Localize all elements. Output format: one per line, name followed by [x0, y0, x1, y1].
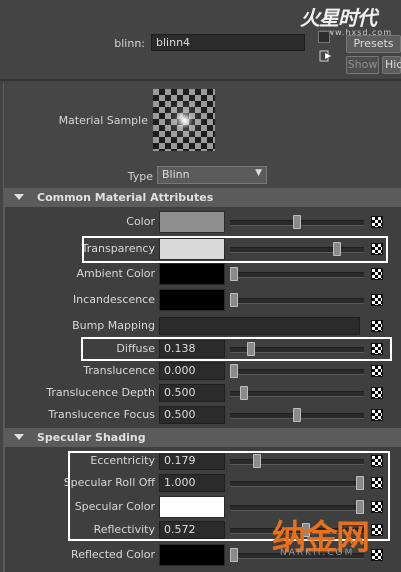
- translucence-label: Translucence: [83, 364, 155, 377]
- translucence-depth-field[interactable]: 0.500: [159, 384, 225, 402]
- material-sample-label: Material Sample: [58, 114, 148, 127]
- color-slider-handle[interactable]: [293, 215, 301, 229]
- translucence-depth-map-button[interactable]: [371, 387, 383, 399]
- color-label: Color: [126, 215, 155, 228]
- node-name-label: blinn:: [114, 37, 145, 50]
- bump-mapping-field[interactable]: [159, 317, 360, 335]
- incandescence-map-button[interactable]: [371, 294, 383, 306]
- reflected-color-slider-handle[interactable]: [230, 548, 238, 562]
- type-dropdown[interactable]: Blinn ▼: [157, 166, 267, 184]
- translucence-field[interactable]: 0.000: [159, 362, 225, 380]
- ambient-color-label: Ambient Color: [76, 267, 155, 280]
- hxsd-logo-text: 火星时代: [300, 6, 377, 30]
- translucence-depth-slider-handle[interactable]: [240, 386, 249, 400]
- ambient-color-map-button[interactable]: [371, 268, 383, 280]
- bump-mapping-map-button[interactable]: [371, 320, 383, 332]
- incandescence-slider-handle[interactable]: [230, 293, 238, 307]
- reflected-color-map-button[interactable]: [371, 549, 383, 561]
- hxsd-watermark: 火星时代: [300, 2, 400, 30]
- color-swatch[interactable]: [159, 211, 225, 233]
- color-map-button[interactable]: [371, 216, 383, 228]
- ambient-color-swatch[interactable]: [159, 263, 225, 285]
- transparency-highlight: [82, 236, 388, 263]
- incandescence-swatch[interactable]: [159, 289, 225, 311]
- incandescence-slider-track[interactable]: [230, 298, 364, 304]
- type-label: Type: [127, 170, 153, 183]
- bump-mapping-label: Bump Mapping: [72, 319, 155, 332]
- translucence-depth-label: Translucence Depth: [46, 386, 155, 399]
- material-sample-swatch[interactable]: [153, 89, 215, 151]
- translucence-slider-track[interactable]: [230, 369, 364, 375]
- reflected-color-label: Reflected Color: [71, 548, 155, 561]
- output-connection-icon[interactable]: [319, 50, 333, 62]
- specular-section-title: Specular Shading: [37, 431, 146, 444]
- translucence-focus-map-button[interactable]: [371, 409, 383, 421]
- translucence-slider-handle[interactable]: [230, 364, 238, 378]
- chevron-down-icon: ▼: [255, 168, 262, 178]
- ambient-color-slider-handle[interactable]: [230, 267, 238, 281]
- node-name-field[interactable]: blinn4: [151, 34, 305, 51]
- hide-button[interactable]: Hid: [382, 56, 401, 74]
- translucence-depth-slider-track[interactable]: [230, 391, 364, 397]
- ambient-color-slider-track[interactable]: [230, 272, 364, 278]
- translucence-map-button[interactable]: [371, 365, 383, 377]
- translucence-focus-field[interactable]: 0.500: [159, 406, 225, 424]
- show-button[interactable]: Show: [346, 56, 379, 74]
- reflected-color-swatch[interactable]: [159, 544, 225, 566]
- type-value: Blinn: [162, 168, 190, 181]
- translucence-focus-label: Translucence Focus: [48, 408, 155, 421]
- incandescence-label: Incandescence: [72, 293, 155, 306]
- collapse-arrow-icon: [14, 434, 24, 440]
- focus-icon[interactable]: [318, 31, 330, 43]
- diffuse-highlight: [81, 337, 392, 361]
- common-material-section-title: Common Material Attributes: [37, 191, 214, 204]
- collapse-arrow-icon: [14, 194, 24, 200]
- header-separator: [0, 79, 401, 81]
- specular-section-header[interactable]: Specular Shading: [4, 428, 401, 447]
- common-material-section-header[interactable]: Common Material Attributes: [4, 188, 401, 207]
- presets-button[interactable]: Presets: [346, 35, 401, 53]
- translucence-focus-slider-handle[interactable]: [293, 408, 301, 422]
- narkii-url: NARKII.COM: [280, 548, 355, 558]
